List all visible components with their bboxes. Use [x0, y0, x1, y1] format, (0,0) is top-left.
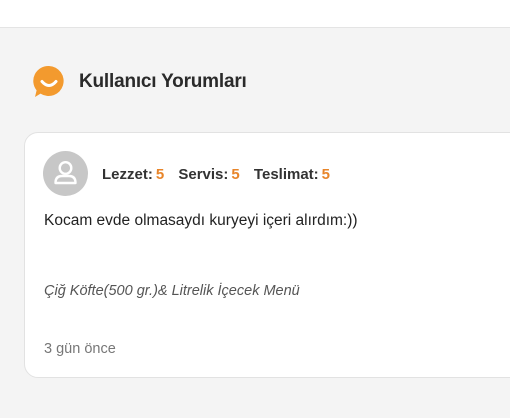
- rating-service-value: 5: [231, 166, 240, 183]
- rating-service: Servis: 5: [178, 166, 239, 183]
- rating-taste-label: Lezzet:: [102, 166, 153, 183]
- review-text: Kocam evde olmasaydı kuryeyi içeri alırd…: [44, 212, 358, 229]
- rating-delivery-value: 5: [321, 166, 331, 183]
- smile-chat-icon: [31, 64, 67, 100]
- review-card: Lezzet: 5 Servis: 5 Teslimat: 5 Kocam evde …: [24, 132, 510, 378]
- section-title: Kullanıcı Yorumları: [79, 71, 247, 92]
- rating-taste-value: 5: [155, 166, 165, 183]
- rating-taste: Lezzet: 5: [102, 166, 164, 183]
- review-date: 3 gün önce: [44, 341, 116, 357]
- top-bar: [0, 0, 510, 28]
- rating-service-label: Servis:: [178, 166, 229, 183]
- section-header: Kullanıcı Yorumları: [31, 64, 247, 100]
- ordered-item: Çiğ Köfte(500 gr.)& Litrelik İçecek Menü: [44, 283, 300, 299]
- user-icon: [54, 160, 77, 185]
- avatar: [43, 151, 88, 196]
- rating-delivery: Teslimat: 5: [254, 166, 330, 183]
- rating-delivery-label: Teslimat:: [253, 166, 319, 183]
- ratings: Lezzet: 5 Servis: 5 Teslimat: 5: [102, 166, 340, 183]
